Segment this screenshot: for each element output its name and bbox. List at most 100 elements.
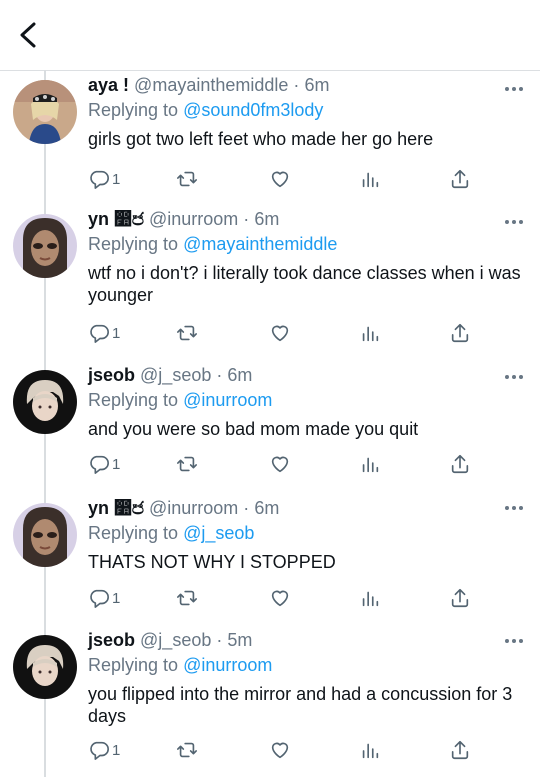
analytics-button[interactable]	[359, 451, 381, 477]
analytics-icon	[362, 172, 379, 188]
share-button[interactable]	[449, 585, 471, 611]
reply-count: 1	[112, 741, 121, 759]
avatar-jseob	[13, 635, 77, 699]
timestamp[interactable]: 6m	[227, 365, 252, 385]
like-button[interactable]	[269, 166, 291, 192]
analytics-button[interactable]	[359, 737, 381, 763]
like-button[interactable]	[269, 320, 291, 346]
handle[interactable]: @inurroom	[149, 209, 238, 229]
replying-to-label: Replying to	[88, 390, 179, 410]
avatar[interactable]	[13, 80, 77, 144]
action-bar: 1	[88, 320, 488, 346]
separator: ·	[243, 209, 250, 229]
replying-to-link[interactable]: @inurroom	[183, 390, 272, 410]
separator: ·	[216, 630, 223, 650]
like-icon	[271, 590, 289, 607]
more-icon	[505, 506, 523, 510]
action-bar: 1	[88, 585, 488, 611]
display-name[interactable]: yn ෺෪	[88, 498, 144, 518]
more-icon	[505, 87, 523, 91]
reply-button[interactable]: 1	[88, 585, 120, 611]
replying-to-link[interactable]: @sound0fm3lody	[183, 100, 323, 120]
like-button[interactable]	[269, 451, 291, 477]
share-button[interactable]	[449, 320, 471, 346]
more-icon	[505, 639, 523, 643]
like-button[interactable]	[269, 737, 291, 763]
handle[interactable]: @mayainthemiddle	[134, 75, 288, 95]
timestamp[interactable]: 6m	[254, 498, 279, 518]
avatar[interactable]	[13, 503, 77, 567]
more-button[interactable]	[503, 217, 525, 227]
back-button[interactable]	[16, 20, 42, 50]
timestamp[interactable]: 5m	[227, 630, 252, 650]
more-button[interactable]	[503, 372, 525, 382]
action-bar: 1	[88, 451, 488, 477]
avatar-yn	[13, 503, 77, 567]
more-icon	[505, 220, 523, 224]
top-bar	[0, 0, 540, 71]
retweet-icon	[177, 590, 197, 606]
more-button[interactable]	[503, 84, 525, 94]
replying-to-label: Replying to	[88, 100, 179, 120]
share-icon	[451, 454, 469, 474]
retweet-icon	[177, 325, 197, 341]
retweet-icon	[177, 742, 197, 758]
tweet-text: and you were so bad mom made you quit	[88, 419, 419, 439]
retweet-button[interactable]	[176, 166, 198, 192]
display-name[interactable]: jseob	[88, 630, 135, 650]
timestamp[interactable]: 6m	[254, 209, 279, 229]
analytics-button[interactable]	[359, 585, 381, 611]
share-icon	[451, 588, 469, 608]
like-icon	[271, 742, 289, 759]
handle[interactable]: @j_seob	[140, 630, 211, 650]
like-icon	[271, 171, 289, 188]
avatar[interactable]	[13, 370, 77, 434]
replying-to-link[interactable]: @mayainthemiddle	[183, 234, 337, 254]
like-button[interactable]	[269, 585, 291, 611]
separator: ·	[243, 498, 250, 518]
reply-button[interactable]: 1	[88, 320, 120, 346]
reply-button[interactable]: 1	[88, 166, 120, 192]
tweet-text: THATS NOT WHY I STOPPED	[88, 552, 336, 572]
share-icon	[451, 740, 469, 760]
share-button[interactable]	[449, 737, 471, 763]
replying-to-link[interactable]: @j_seob	[183, 523, 254, 543]
analytics-icon	[362, 591, 379, 607]
like-icon	[271, 325, 289, 342]
display-name[interactable]: jseob	[88, 365, 135, 385]
more-icon	[505, 375, 523, 379]
avatar[interactable]	[13, 635, 77, 699]
reply-button[interactable]: 1	[88, 451, 120, 477]
display-name[interactable]: yn ෺෪	[88, 209, 144, 229]
reply-icon	[90, 741, 109, 760]
retweet-button[interactable]	[176, 451, 198, 477]
reply-button[interactable]: 1	[88, 737, 120, 763]
share-button[interactable]	[449, 166, 471, 192]
analytics-button[interactable]	[359, 320, 381, 346]
analytics-icon	[362, 457, 379, 473]
analytics-button[interactable]	[359, 166, 381, 192]
timestamp[interactable]: 6m	[304, 75, 329, 95]
reply-icon	[90, 589, 109, 608]
share-button[interactable]	[449, 451, 471, 477]
reply-icon	[90, 324, 109, 343]
handle[interactable]: @inurroom	[149, 498, 238, 518]
reply-count: 1	[112, 170, 121, 188]
retweet-button[interactable]	[176, 737, 198, 763]
reply-count: 1	[112, 324, 121, 342]
separator: ·	[293, 75, 300, 95]
avatar-yn	[13, 214, 77, 278]
replying-to-label: Replying to	[88, 655, 179, 675]
more-button[interactable]	[503, 636, 525, 646]
handle[interactable]: @j_seob	[140, 365, 211, 385]
avatar-jseob	[13, 370, 77, 434]
retweet-button[interactable]	[176, 585, 198, 611]
tweet-text: girls got two left feet who made her go …	[88, 129, 434, 149]
retweet-button[interactable]	[176, 320, 198, 346]
tweet-text: wtf no i don't? i literally took dance c…	[88, 263, 521, 305]
replying-to-label: Replying to	[88, 523, 179, 543]
more-button[interactable]	[503, 503, 525, 513]
avatar[interactable]	[13, 214, 77, 278]
display-name[interactable]: aya !	[88, 75, 129, 95]
replying-to-link[interactable]: @inurroom	[183, 655, 272, 675]
